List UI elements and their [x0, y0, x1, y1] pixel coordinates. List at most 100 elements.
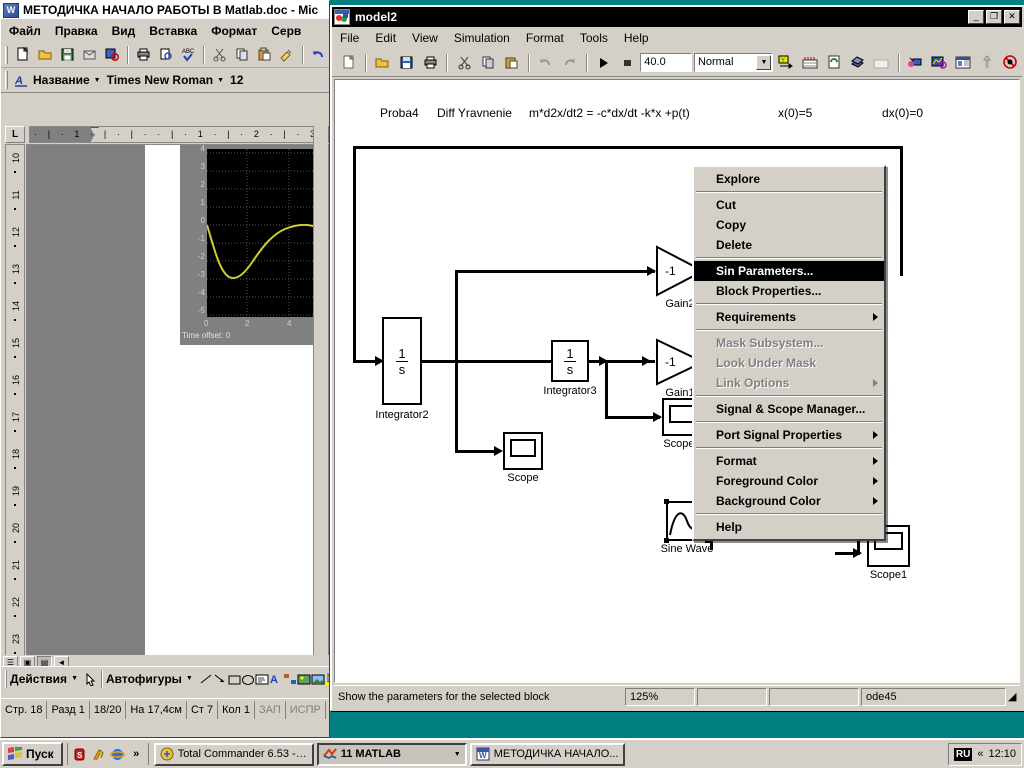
- cut-icon[interactable]: [209, 44, 230, 65]
- open-model-icon[interactable]: [372, 52, 394, 73]
- annotation-proba4[interactable]: Proba4: [380, 106, 419, 120]
- word-standard-toolbar[interactable]: ABC: [1, 42, 329, 68]
- menu-item-port-signal-properties[interactable]: Port Signal Properties: [694, 425, 884, 445]
- block-scope[interactable]: Scope: [503, 432, 543, 484]
- menu-item-foreground-color[interactable]: Foreground Color: [694, 471, 884, 491]
- copy-icon[interactable]: [477, 52, 499, 73]
- toggle-model-browser-icon[interactable]: [799, 52, 821, 73]
- word-menu-file[interactable]: Файл: [9, 24, 41, 38]
- tab-selector-button[interactable]: L: [5, 126, 25, 143]
- stop-sign-icon[interactable]: [1000, 52, 1022, 73]
- save-icon[interactable]: [57, 44, 78, 65]
- font-combo-value[interactable]: Times New Roman: [107, 73, 213, 87]
- data-inspector-icon[interactable]: [952, 52, 974, 73]
- word-drawing-toolbar[interactable]: Действия ▼ Автофигуры ▼ A A: [1, 666, 329, 690]
- taskbar[interactable]: Пуск S » Total Commander 6.53 - ... 11 M…: [0, 738, 1024, 768]
- annotation-x0[interactable]: x(0)=5: [778, 106, 812, 120]
- word-window[interactable]: МЕТОДИЧКА НАЧАЛО РАБОТЫ В Matlab.doc - M…: [0, 0, 330, 738]
- block-integrator3[interactable]: 1s Integrator3: [543, 340, 597, 397]
- clipart-icon[interactable]: [297, 668, 311, 689]
- mail-icon[interactable]: [79, 44, 100, 65]
- tray-expand-icon[interactable]: «: [977, 748, 983, 760]
- word-menu-insert[interactable]: Вставка: [149, 24, 197, 38]
- menu-item-delete[interactable]: Delete: [694, 235, 884, 255]
- spellcheck-icon[interactable]: ABC: [178, 44, 199, 65]
- annotation-equation[interactable]: m*d2x/dt2 = -c*dx/dt -k*x +p(t): [529, 106, 690, 120]
- picture-icon[interactable]: [311, 668, 325, 689]
- undo-icon[interactable]: [308, 44, 329, 65]
- model-canvas[interactable]: Proba4 Diff Yravnenie m*d2x/dt2 = -c*dx/…: [334, 79, 1020, 683]
- menu-item-block-properties[interactable]: Block Properties...: [694, 281, 884, 301]
- system-tray[interactable]: RU « 12:10: [947, 742, 1022, 766]
- menu-help[interactable]: Help: [624, 31, 649, 45]
- clock[interactable]: 12:10: [988, 748, 1016, 760]
- menu-tools[interactable]: Tools: [580, 31, 608, 45]
- integrator3-body[interactable]: 1s: [551, 340, 589, 382]
- line-icon[interactable]: [199, 668, 213, 689]
- word-formatting-toolbar[interactable]: A Название ▼ Times New Roman ▼ 12: [1, 68, 329, 93]
- scope-body[interactable]: [503, 432, 543, 470]
- language-indicator[interactable]: RU: [953, 747, 973, 761]
- menu-view[interactable]: View: [412, 31, 438, 45]
- cut-icon[interactable]: [453, 52, 475, 73]
- task-total-commander[interactable]: Total Commander 6.53 - ...: [153, 742, 314, 766]
- wordart-icon[interactable]: A: [269, 668, 283, 689]
- menu-item-help[interactable]: Help: [694, 517, 884, 537]
- maximize-button[interactable]: ❐: [986, 10, 1002, 24]
- diagram-icon[interactable]: [283, 668, 297, 689]
- paste-icon[interactable]: [501, 52, 523, 73]
- simulink-titlebar[interactable]: model2 _ ❐ ✕: [332, 7, 1022, 27]
- task-matlab[interactable]: 11 MATLAB ▼: [316, 742, 467, 766]
- shortcut-icon[interactable]: [90, 746, 107, 763]
- toolbar-grip[interactable]: [5, 45, 8, 64]
- new-model-icon[interactable]: [338, 52, 360, 73]
- chevron-down-icon[interactable]: ▼: [756, 55, 772, 70]
- paste-icon[interactable]: [254, 44, 275, 65]
- menu-item-explore[interactable]: Explore: [694, 169, 884, 189]
- simulink-menubar[interactable]: File Edit View Simulation Format Tools H…: [332, 27, 1022, 49]
- chevron-right-icon[interactable]: »: [128, 746, 145, 763]
- menu-item-cut[interactable]: Cut: [694, 195, 884, 215]
- draw-actions-menu[interactable]: Действия: [10, 672, 67, 686]
- status-trk[interactable]: ИСПР: [286, 700, 326, 719]
- debug-icon[interactable]: [905, 52, 927, 73]
- menu-item-signal-scope-manager[interactable]: Signal & Scope Manager...: [694, 399, 884, 419]
- textbox-icon[interactable]: [255, 668, 269, 689]
- embedded-scope-figure[interactable]: 4 3 2 1 0 -1 -2 -3 -4 -5 0 2 4 Time offs…: [180, 145, 328, 345]
- internet-explorer-icon[interactable]: [109, 746, 126, 763]
- simulink-toolbar[interactable]: 40.0 Normal ▼ Y: [332, 49, 1022, 77]
- select-arrow-icon[interactable]: [84, 668, 98, 689]
- print-icon[interactable]: [420, 52, 442, 73]
- chevron-down-icon[interactable]: ▼: [71, 675, 78, 682]
- chevron-down-icon[interactable]: ▼: [186, 675, 193, 682]
- copy-icon[interactable]: [231, 44, 252, 65]
- signal-builder-icon[interactable]: [929, 52, 951, 73]
- quick-launch-bar[interactable]: S »: [66, 743, 149, 765]
- chevron-down-icon[interactable]: ▼: [217, 77, 224, 84]
- selection-handle[interactable]: [664, 499, 669, 504]
- word-menubar[interactable]: Файл Правка Вид Вставка Формат Серв: [1, 20, 329, 42]
- horizontal-ruler[interactable]: · | · 1 · | · | · · | · 1 · | · 2 · | · …: [29, 126, 329, 143]
- chevron-down-icon[interactable]: ▼: [454, 751, 461, 758]
- menu-edit[interactable]: Edit: [375, 31, 396, 45]
- stop-time-input[interactable]: 40.0: [640, 53, 692, 72]
- print-preview-search-icon[interactable]: [102, 44, 123, 65]
- menu-item-copy[interactable]: Copy: [694, 215, 884, 235]
- print-icon[interactable]: [133, 44, 154, 65]
- model-advisor-icon[interactable]: [976, 52, 998, 73]
- task-word-document[interactable]: W МЕТОДИЧКА НАЧАЛО...: [469, 742, 625, 766]
- library-browser-icon[interactable]: Y: [775, 52, 797, 73]
- word-menu-view[interactable]: Вид: [112, 24, 136, 38]
- model-explorer-icon[interactable]: [847, 52, 869, 73]
- start-simulation-icon[interactable]: [593, 52, 615, 73]
- block-integrator2[interactable]: 1s Integrator2: [375, 317, 429, 421]
- document-vertical-scrollbar[interactable]: [313, 126, 328, 672]
- document-page[interactable]: 4 3 2 1 0 -1 -2 -3 -4 -5 0 2 4 Time offs…: [26, 144, 329, 672]
- simulink-model-window[interactable]: model2 _ ❐ ✕ File Edit View Simulation F…: [330, 5, 1024, 711]
- simulation-mode-select[interactable]: Normal ▼: [693, 53, 774, 72]
- style-combo-value[interactable]: Название: [33, 73, 90, 87]
- resize-grip[interactable]: ◢: [1008, 690, 1020, 703]
- annotation-dx0[interactable]: dx(0)=0: [882, 106, 923, 120]
- stop-simulation-icon[interactable]: [616, 52, 638, 73]
- minimize-button[interactable]: _: [968, 10, 984, 24]
